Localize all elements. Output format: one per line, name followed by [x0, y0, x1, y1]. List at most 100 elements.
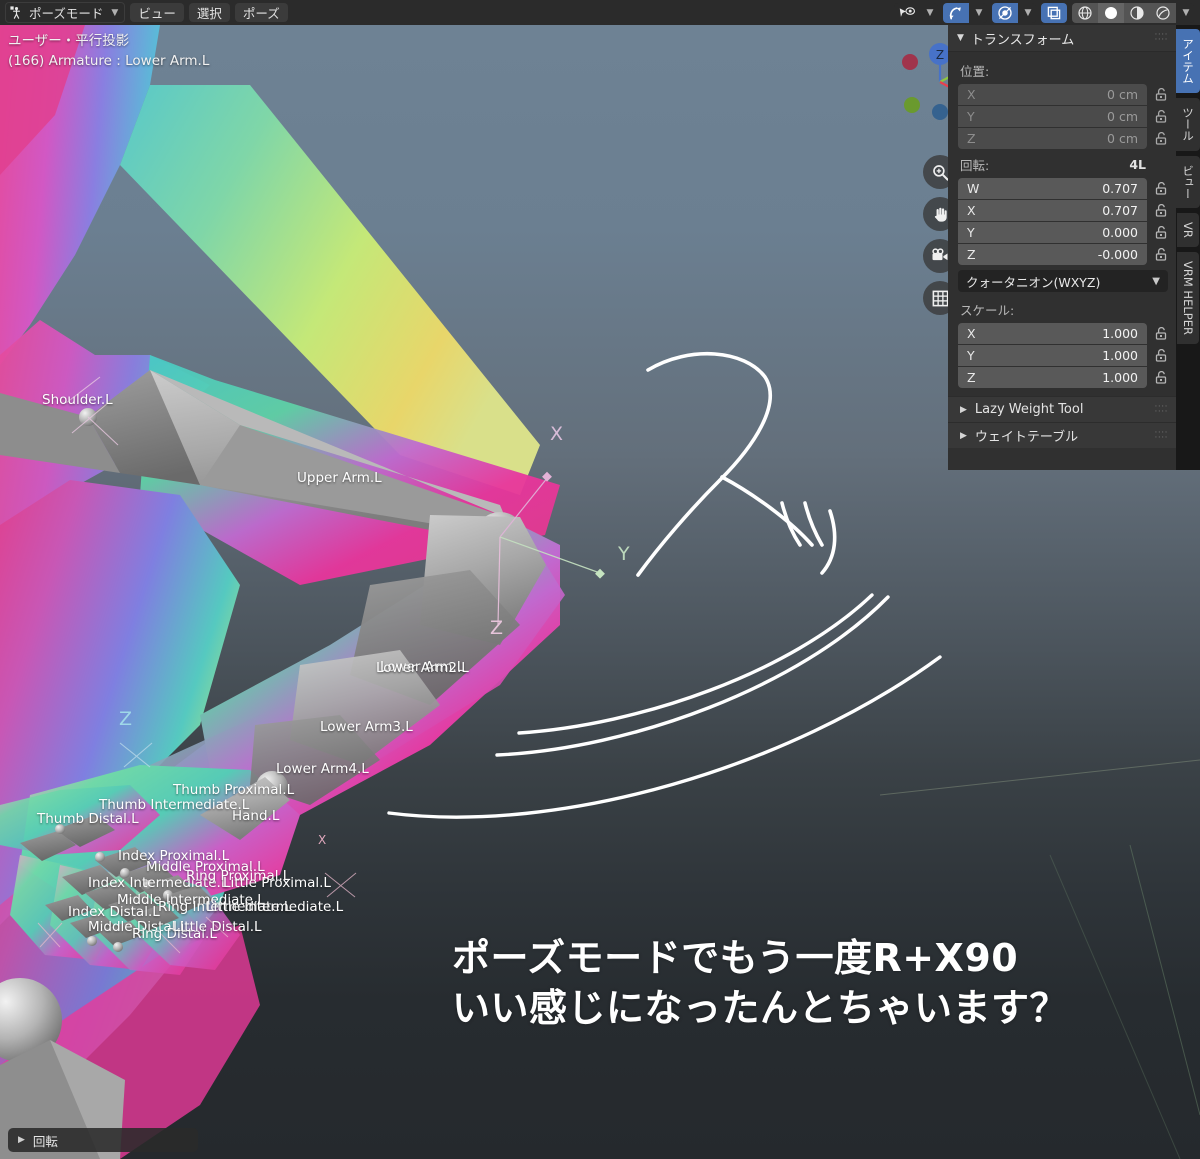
snap-tool-group: ▼: [943, 2, 987, 23]
scale-row-x: X 1.000: [958, 323, 1168, 344]
panel-header-weight-table[interactable]: ▶ ウェイトテーブル ···· ····: [948, 422, 1176, 448]
unlock-icon: [1155, 88, 1166, 101]
sidebar-tab-tool[interactable]: ツール: [1176, 98, 1200, 151]
scale-row-y: Y 1.000: [958, 345, 1168, 366]
panel-header-transform[interactable]: ▼ トランスフォーム ···· ····: [948, 25, 1176, 52]
location-y-value: 0 cm: [1107, 109, 1138, 124]
mode-selector-button[interactable]: ポーズモード ▼: [5, 2, 126, 23]
xray-toggle-button[interactable]: [1041, 2, 1067, 23]
rotation-w-lock-button[interactable]: [1153, 182, 1168, 195]
sidebar-tab-item[interactable]: アイテム: [1176, 29, 1200, 93]
snap-toggle-button[interactable]: [943, 2, 969, 23]
rotation-y-lock-button[interactable]: [1153, 226, 1168, 239]
shading-material-button[interactable]: [1124, 2, 1150, 23]
shading-solid-icon: [1105, 6, 1117, 19]
panel-title-weight-table: ウェイトテーブル: [974, 430, 1079, 445]
rotation-x-field[interactable]: X 0.707: [958, 200, 1147, 221]
rotation-z-label: Z: [967, 247, 976, 262]
scale-y-field[interactable]: Y 1.000: [958, 345, 1147, 366]
drag-grip-icon[interactable]: ···· ····: [1155, 31, 1168, 45]
panel-header-lazy-weight-tool[interactable]: ▶ Lazy Weight Tool ···· ····: [948, 396, 1176, 422]
menu-view[interactable]: ビュー: [130, 3, 184, 22]
snap-dropdown[interactable]: ▼: [969, 2, 987, 23]
shading-rendered-button[interactable]: [1150, 2, 1176, 23]
visibility-dropdown[interactable]: ▼: [920, 2, 938, 23]
rotation-row-y: Y 0.000: [958, 222, 1168, 243]
visibility-selectability-button[interactable]: [894, 2, 920, 23]
location-row-x: X 0 cm: [958, 84, 1168, 105]
operator-redo-panel[interactable]: ▶ 回転: [8, 1128, 198, 1152]
location-fields: X 0 cm Y 0 cm Z 0 cm: [958, 84, 1168, 149]
unlock-icon: [1155, 371, 1166, 384]
scale-x-field[interactable]: X 1.000: [958, 323, 1147, 344]
drag-grip-icon[interactable]: ···· ····: [1155, 428, 1168, 442]
location-x-lock-button[interactable]: [1153, 88, 1168, 101]
chevron-down-icon: ▼: [926, 7, 934, 18]
shading-dropdown[interactable]: ▼: [1176, 2, 1194, 23]
shading-rendered-icon: [1156, 5, 1170, 20]
menu-select[interactable]: 選択: [188, 3, 230, 22]
rotation-x-value: 0.707: [1102, 203, 1138, 218]
sidebar-tab-view[interactable]: ビュー: [1176, 155, 1200, 208]
scale-z-label: Z: [967, 370, 976, 385]
shading-wireframe-icon: [1078, 5, 1092, 20]
scale-z-lock-button[interactable]: [1153, 371, 1168, 384]
location-section-label: 位置:: [960, 64, 990, 79]
scale-x-lock-button[interactable]: [1153, 327, 1168, 340]
sidebar-tab-strip: アイテム ツール ビュー VR VRM HELPER: [1176, 25, 1200, 470]
panel-title-lazy-weight-tool: Lazy Weight Tool: [974, 402, 1084, 417]
drag-grip-icon[interactable]: ···· ····: [1155, 402, 1168, 416]
scale-y-lock-button[interactable]: [1153, 349, 1168, 362]
unlock-icon: [1155, 226, 1166, 239]
rotation-z-field[interactable]: Z -0.000: [958, 244, 1147, 265]
location-row-y: Y 0 cm: [958, 106, 1168, 127]
rotation-y-field[interactable]: Y 0.000: [958, 222, 1147, 243]
shading-solid-button[interactable]: [1098, 2, 1124, 23]
unlock-icon: [1155, 248, 1166, 261]
rotation-y-label: Y: [967, 225, 975, 240]
scale-y-label: Y: [967, 348, 975, 363]
rotation-z-lock-button[interactable]: [1153, 248, 1168, 261]
proportional-edit-dropdown[interactable]: ▼: [1018, 2, 1036, 23]
proportional-edit-button[interactable]: [992, 2, 1018, 23]
zoom-icon: [932, 164, 949, 181]
sidebar-tab-vrm-helper[interactable]: VRM HELPER: [1177, 251, 1199, 344]
scale-x-value: 1.000: [1102, 326, 1138, 341]
rotation-row-x: X 0.707: [958, 200, 1168, 221]
location-z-field[interactable]: Z 0 cm: [958, 128, 1147, 149]
unlock-icon: [1155, 204, 1166, 217]
rotation-x-label: X: [967, 203, 976, 218]
chevron-down-icon: ▼: [1024, 7, 1032, 18]
rotation-x-lock-button[interactable]: [1153, 204, 1168, 217]
rotation-row-w: W 0.707: [958, 178, 1168, 199]
toggle-ortho-grid-icon: [932, 290, 948, 306]
menu-pose[interactable]: ポーズ: [234, 3, 288, 22]
shading-material-icon: [1130, 5, 1144, 20]
shading-wireframe-button[interactable]: [1072, 2, 1098, 23]
rotation-z-value: -0.000: [1097, 247, 1138, 262]
scale-row-z: Z 1.000: [958, 367, 1168, 388]
location-row-z: Z 0 cm: [958, 128, 1168, 149]
annotation-sfx-stroke: [636, 351, 837, 577]
gizmo-axis-neg-z: [932, 104, 948, 120]
gizmo-axis-neg-x: [902, 54, 918, 70]
unlock-icon: [1155, 327, 1166, 340]
rotation-mode-dropdown[interactable]: クォータニオン(WXYZ) ▼: [958, 270, 1168, 292]
chevron-down-icon: ▼: [1152, 275, 1160, 287]
scale-z-field[interactable]: Z 1.000: [958, 367, 1147, 388]
sidebar-tab-vr[interactable]: VR: [1177, 213, 1199, 247]
location-x-field[interactable]: X 0 cm: [958, 84, 1147, 105]
shading-mode-group: ▼: [1072, 2, 1194, 23]
unlock-icon: [1155, 132, 1166, 145]
triangle-right-icon: ▶: [960, 404, 967, 415]
pan-hand-icon: [934, 207, 947, 222]
triangle-right-icon: ▶: [960, 430, 967, 441]
location-y-field[interactable]: Y 0 cm: [958, 106, 1147, 127]
scale-z-value: 1.000: [1102, 370, 1138, 385]
proportional-edit-group: ▼: [992, 2, 1036, 23]
viewport-header: ポーズモード ▼ ビュー 選択 ポーズ ▼ ▼ ▼ ▼: [0, 0, 1200, 25]
snap-magnet-icon: [949, 6, 961, 19]
location-y-lock-button[interactable]: [1153, 110, 1168, 123]
rotation-w-field[interactable]: W 0.707: [958, 178, 1147, 199]
location-z-lock-button[interactable]: [1153, 132, 1168, 145]
